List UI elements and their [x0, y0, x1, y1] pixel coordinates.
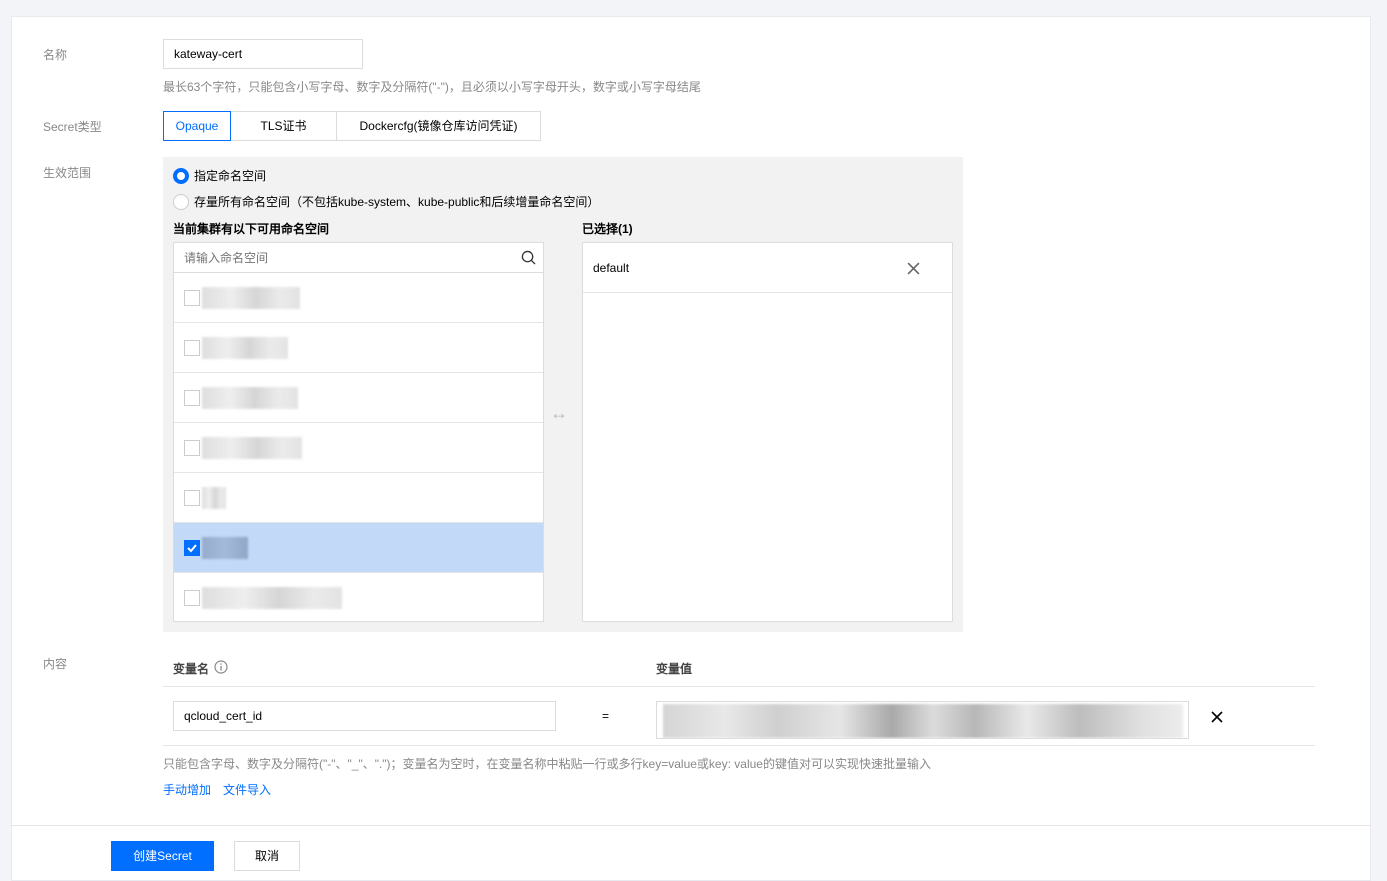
add-manual-link[interactable]: 手动增加	[163, 781, 211, 798]
var-name-header: 变量名	[173, 662, 210, 676]
checkbox[interactable]	[184, 440, 200, 456]
namespace-search-input[interactable]	[174, 243, 514, 272]
var-value-header: 变量值	[656, 662, 693, 676]
namespace-search	[174, 243, 543, 273]
name-label: 名称	[43, 48, 68, 62]
radio-selected-icon	[173, 167, 189, 184]
list-item[interactable]	[174, 573, 543, 623]
checkbox[interactable]	[184, 590, 200, 606]
content-label: 内容	[43, 657, 68, 671]
redacted-namespace	[202, 587, 342, 609]
type-dockercfg-option[interactable]: Dockercfg(镜像仓库访问凭证)	[336, 111, 541, 141]
secret-type-label: Secret类型	[43, 120, 102, 134]
cancel-button[interactable]: 取消	[234, 841, 300, 871]
scope-area: 指定命名空间 存量所有命名空间（不包括kube-system、kube-publ…	[163, 157, 963, 632]
checkbox[interactable]	[184, 390, 200, 406]
footer-divider	[11, 825, 1371, 826]
selected-item: default	[583, 243, 952, 293]
redacted-namespace	[202, 287, 300, 309]
redacted-namespace	[202, 387, 298, 409]
radio-unselected-icon	[173, 193, 189, 210]
search-icon[interactable]	[521, 250, 536, 265]
selected-namespace-list: default	[582, 242, 953, 622]
import-file-link[interactable]: 文件导入	[223, 781, 271, 798]
type-tls-option[interactable]: TLS证书	[230, 111, 337, 141]
available-namespace-list	[173, 242, 544, 622]
checkbox[interactable]	[184, 340, 200, 356]
redacted-namespace	[202, 487, 226, 509]
checkbox[interactable]	[184, 290, 200, 306]
var-value-input[interactable]	[656, 701, 1189, 739]
delete-row-icon[interactable]	[1211, 711, 1223, 723]
info-icon[interactable]	[214, 660, 228, 674]
checkbox[interactable]	[184, 490, 200, 506]
list-item[interactable]	[174, 473, 543, 523]
redacted-namespace	[202, 437, 302, 459]
transfer-arrow-icon: ↔	[550, 403, 568, 423]
name-hint: 最长63个字符，只能包含小写字母、数字及分隔符("-")，且必须以小写字母开头，…	[163, 80, 701, 94]
scope-radio-all[interactable]: 存量所有命名空间（不包括kube-system、kube-public和后续增量…	[173, 193, 599, 210]
divider	[163, 745, 1315, 746]
scope-all-label: 存量所有命名空间（不包括kube-system、kube-public和后续增量…	[194, 195, 600, 209]
list-item[interactable]	[174, 373, 543, 423]
selected-namespaces-title: 已选择(1)	[582, 222, 633, 236]
type-opaque-option[interactable]: Opaque	[163, 111, 231, 141]
list-item[interactable]	[174, 323, 543, 373]
list-item-selected[interactable]	[174, 523, 543, 573]
var-name-input[interactable]: qcloud_cert_id	[173, 701, 556, 731]
equals-sign: =	[602, 709, 610, 723]
content-hint: 只能包含字母、数字及分隔符("-"、"_"、".")；变量名为空时，在变量名称中…	[163, 757, 931, 771]
list-item[interactable]	[174, 423, 543, 473]
scope-radio-specified[interactable]: 指定命名空间	[173, 167, 266, 184]
remove-icon[interactable]	[907, 262, 920, 275]
scope-label: 生效范围	[43, 166, 92, 180]
create-secret-button[interactable]: 创建Secret	[111, 841, 214, 871]
redacted-namespace	[202, 537, 248, 559]
scope-specified-label: 指定命名空间	[194, 169, 267, 183]
secret-type-selector: Opaque TLS证书 Dockercfg(镜像仓库访问凭证)	[163, 111, 541, 141]
name-input[interactable]: kateway-cert	[163, 39, 363, 69]
selected-item-label: default	[593, 261, 630, 275]
available-namespaces-title: 当前集群有以下可用命名空间	[173, 222, 330, 236]
divider	[163, 686, 1315, 687]
checkbox-checked[interactable]	[184, 540, 200, 556]
redacted-namespace	[202, 337, 288, 359]
list-item[interactable]	[174, 273, 543, 323]
check-icon	[187, 544, 197, 553]
redacted-value	[663, 704, 1183, 738]
